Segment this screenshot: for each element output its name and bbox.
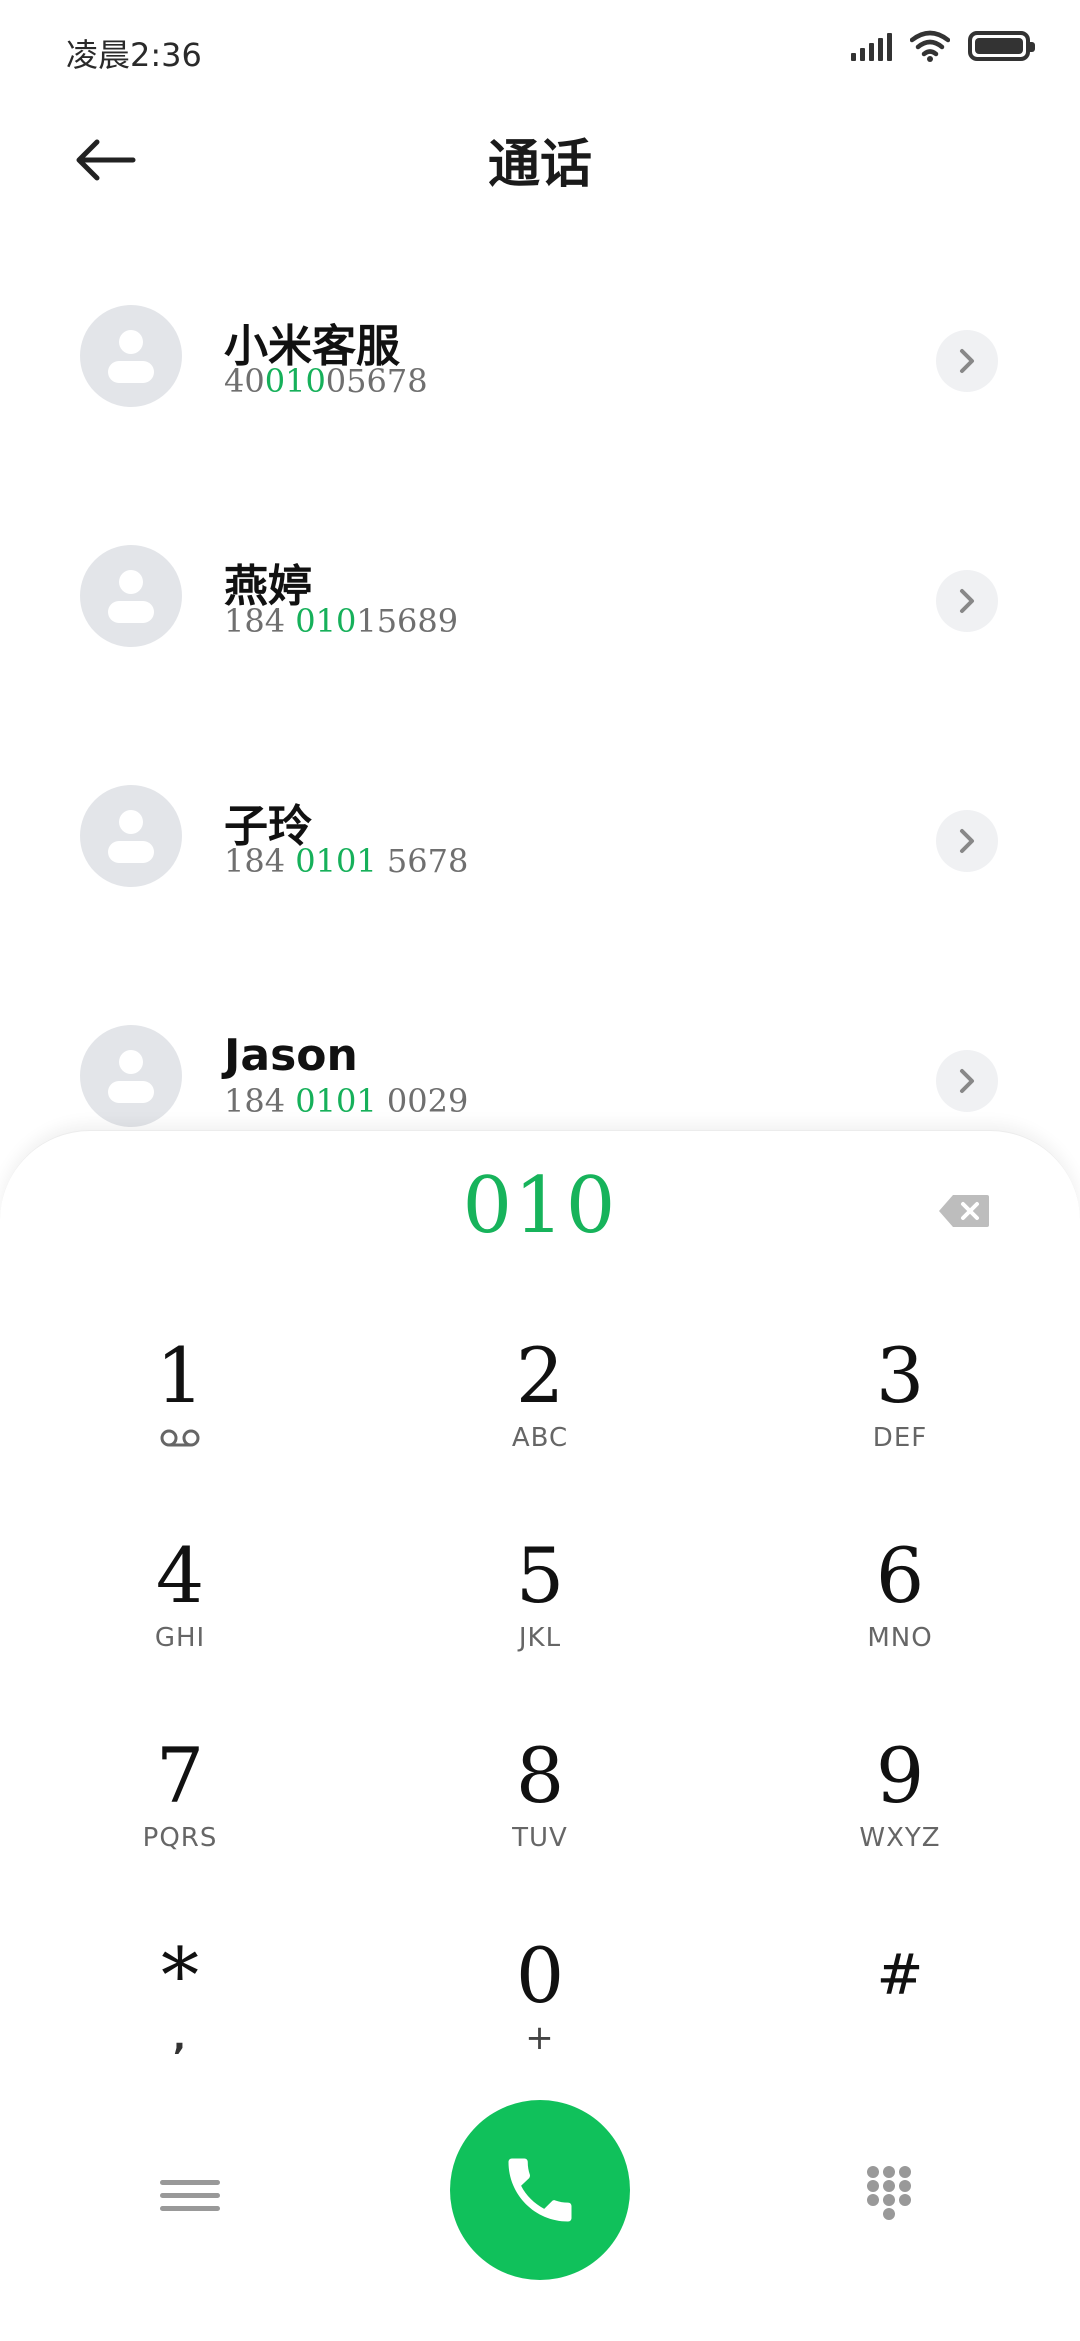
- key-1[interactable]: 1: [30, 1331, 330, 1501]
- dial-input: 010: [462, 1161, 618, 1251]
- contact-number: 184 0101 5678: [224, 842, 469, 880]
- backspace-icon: [939, 1195, 989, 1227]
- key-letters: MNO: [867, 1623, 933, 1653]
- status-icons: [851, 30, 1035, 62]
- menu-icon-line: [160, 2205, 220, 2211]
- key-digit: 4: [155, 1531, 205, 1620]
- key-4[interactable]: 4 GHI: [30, 1531, 330, 1701]
- signal-icon: [851, 31, 892, 61]
- key-7[interactable]: 7 PQRS: [30, 1731, 330, 1901]
- bottom-bar: [0, 2100, 1080, 2280]
- key-digit: #: [876, 1943, 924, 2008]
- key-digit: 2: [515, 1331, 565, 1420]
- key-digit: 7: [155, 1731, 205, 1820]
- backspace-button[interactable]: [934, 1186, 994, 1236]
- key-9[interactable]: 9 WXYZ: [750, 1731, 1050, 1901]
- battery-icon: [968, 31, 1035, 61]
- key-6[interactable]: 6 MNO: [750, 1531, 1050, 1701]
- key-letters: ABC: [511, 1423, 569, 1453]
- contact-list: 小米客服 4001005678 燕婷 184 01015689 子玲 184 0…: [0, 280, 1080, 1240]
- avatar: [80, 545, 182, 647]
- contact-detail-button[interactable]: [936, 810, 998, 872]
- call-button[interactable]: [450, 2100, 630, 2280]
- contact-number: 184 0101 0029: [224, 1082, 469, 1120]
- key-star[interactable]: * ,: [30, 1931, 330, 2101]
- avatar: [80, 305, 182, 407]
- dialpad-icon[interactable]: [866, 2165, 912, 2221]
- contact-row[interactable]: 子玲 184 0101 5678: [0, 760, 1080, 1000]
- contact-row[interactable]: 小米客服 4001005678: [0, 280, 1080, 520]
- header: 通话: [0, 110, 1080, 200]
- key-2[interactable]: 2 ABC: [390, 1331, 690, 1501]
- key-digit: 9: [875, 1731, 925, 1820]
- contact-detail-button[interactable]: [936, 1050, 998, 1112]
- key-letters: JKL: [518, 1623, 562, 1653]
- key-8[interactable]: 8 TUV: [390, 1731, 690, 1901]
- menu-icon-line: [160, 2192, 220, 2198]
- key-letters: GHI: [154, 1623, 206, 1653]
- voicemail-icon: [160, 1429, 200, 1447]
- menu-button[interactable]: [160, 2165, 220, 2225]
- chevron-right-icon: [960, 589, 974, 613]
- page-title: 通话: [487, 135, 592, 195]
- key-letters: DEF: [872, 1423, 928, 1453]
- chevron-right-icon: [960, 829, 974, 853]
- key-letters: WXYZ: [859, 1823, 941, 1853]
- key-letters: TUV: [512, 1823, 568, 1853]
- key-3[interactable]: 3 DEF: [750, 1331, 1050, 1501]
- menu-icon-line: [160, 2179, 220, 2185]
- key-letters: +: [525, 2018, 555, 2058]
- phone-icon: [508, 2158, 572, 2222]
- key-letters: PQRS: [142, 1823, 218, 1853]
- key-digit: 3: [875, 1331, 925, 1420]
- key-hash[interactable]: #: [750, 1931, 1050, 2101]
- avatar: [80, 785, 182, 887]
- key-0[interactable]: 0 +: [390, 1931, 690, 2101]
- chevron-right-icon: [960, 349, 974, 373]
- contact-name: Jason: [224, 1030, 358, 1081]
- contact-detail-button[interactable]: [936, 330, 998, 392]
- contact-row[interactable]: 燕婷 184 01015689: [0, 520, 1080, 760]
- chevron-right-icon: [960, 1069, 974, 1093]
- key-digit: 8: [515, 1731, 565, 1820]
- key-digit: 1: [155, 1331, 205, 1420]
- key-digit: 5: [515, 1531, 565, 1620]
- key-digit: 0: [515, 1931, 565, 2020]
- avatar: [80, 1025, 182, 1127]
- key-digit: 6: [875, 1531, 925, 1620]
- key-letters: ,: [173, 2018, 187, 2058]
- key-5[interactable]: 5 JKL: [390, 1531, 690, 1701]
- contact-number: 184 01015689: [224, 602, 459, 640]
- status-bar: 凌晨2:36: [0, 0, 1080, 100]
- key-digit: *: [161, 1931, 199, 2020]
- wifi-icon: [910, 30, 950, 62]
- contact-number: 4001005678: [224, 362, 428, 400]
- status-time: 凌晨2:36: [66, 36, 202, 74]
- contact-detail-button[interactable]: [936, 570, 998, 632]
